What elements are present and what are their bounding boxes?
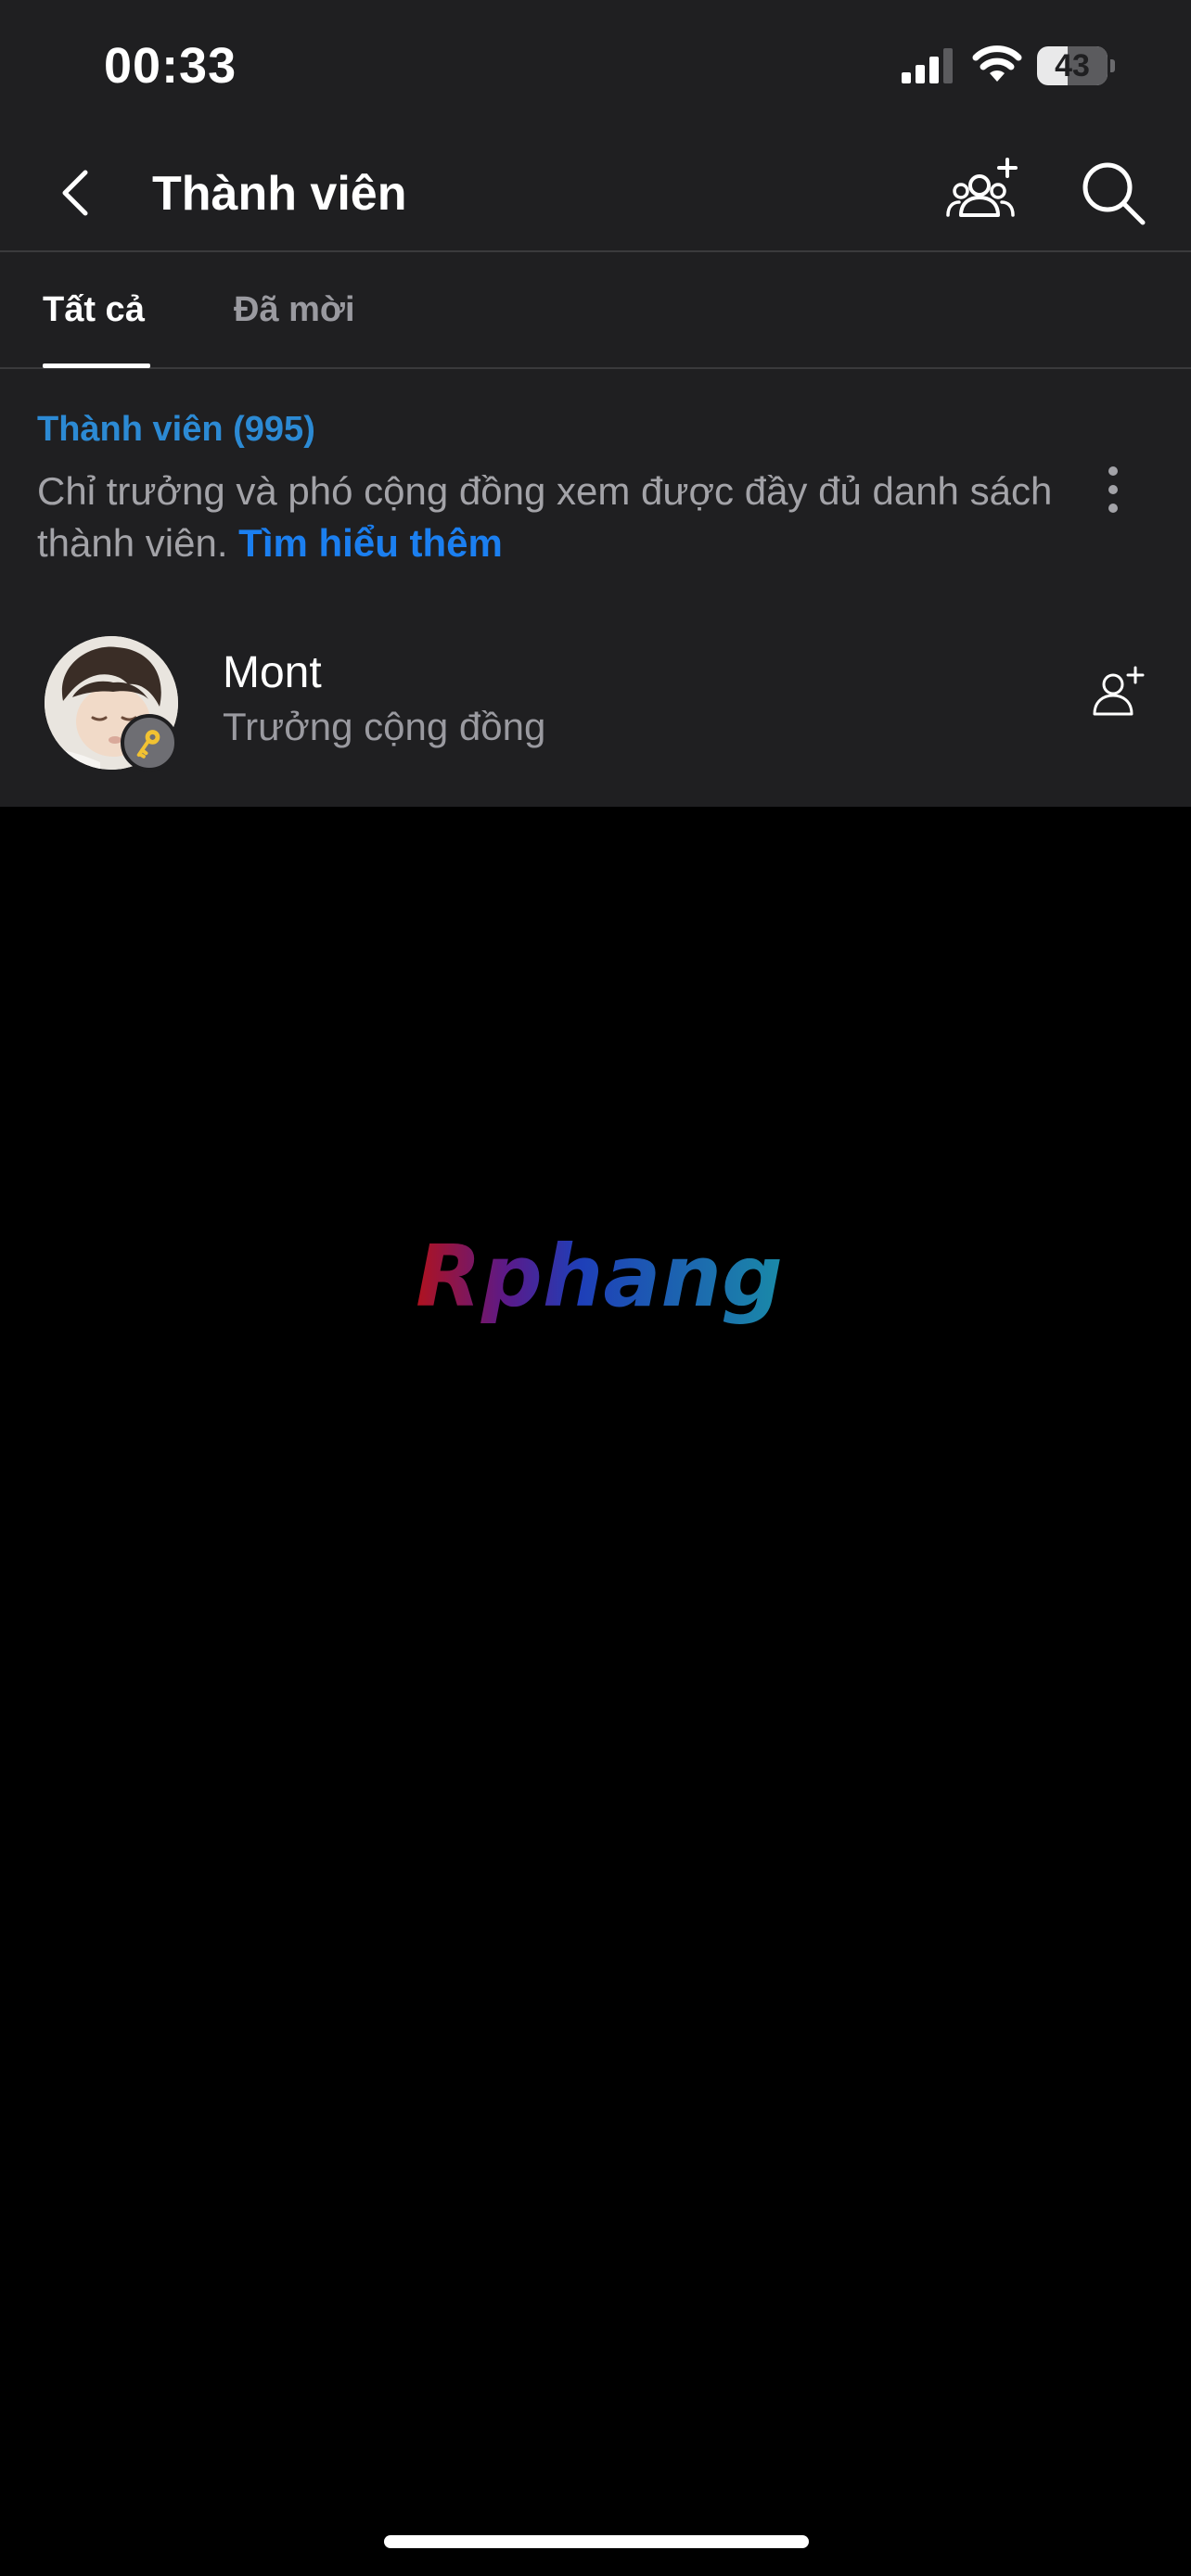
watermark-logo: Rphang (416, 1227, 783, 1326)
description-text: Chỉ trưởng và phó cộng đồng xem được đầy… (37, 469, 1053, 565)
nav-header: Thành viên (0, 135, 1191, 252)
status-bar: 00:33 43 (0, 0, 1191, 135)
status-time: 00:33 (104, 38, 237, 94)
screen: 00:33 43 Thành viên Tất cả Đã mời Thành … (0, 0, 1191, 2576)
tab-invited[interactable]: Đã mời (234, 252, 355, 369)
more-vertical-icon[interactable] (1093, 462, 1133, 521)
chevron-left-icon[interactable] (48, 163, 108, 223)
home-indicator[interactable] (384, 2535, 809, 2548)
wifi-icon (972, 45, 1022, 82)
member-role: Trưởng cộng đồng (223, 705, 546, 748)
page-title: Thành viên (152, 167, 407, 221)
search-icon[interactable] (1076, 156, 1150, 230)
members-count-heading: Thành viên (995) (37, 410, 315, 449)
tab-bar: Tất cả Đã mời (0, 252, 1191, 369)
tab-all[interactable]: Tất cả (43, 252, 145, 369)
battery-icon: 43 (1037, 46, 1115, 85)
member-section: Thành viên (995) Chỉ trưởng và phó cộng … (0, 369, 1191, 807)
member-name: Mont (223, 648, 322, 697)
cellular-signal-icon (902, 48, 953, 83)
key-icon (121, 714, 178, 772)
learn-more-link[interactable]: Tìm hiểu thêm (238, 521, 503, 565)
active-tab-indicator (43, 363, 150, 368)
person-add-icon[interactable] (1091, 664, 1146, 720)
people-add-icon[interactable] (944, 154, 1020, 230)
member-row[interactable]: Mont Trưởng cộng đồng (0, 636, 1191, 807)
battery-level: 43 (1055, 48, 1090, 83)
watermark-text: Rphang (416, 1227, 783, 1326)
members-description: Chỉ trưởng và phó cộng đồng xem được đầy… (37, 465, 1057, 569)
